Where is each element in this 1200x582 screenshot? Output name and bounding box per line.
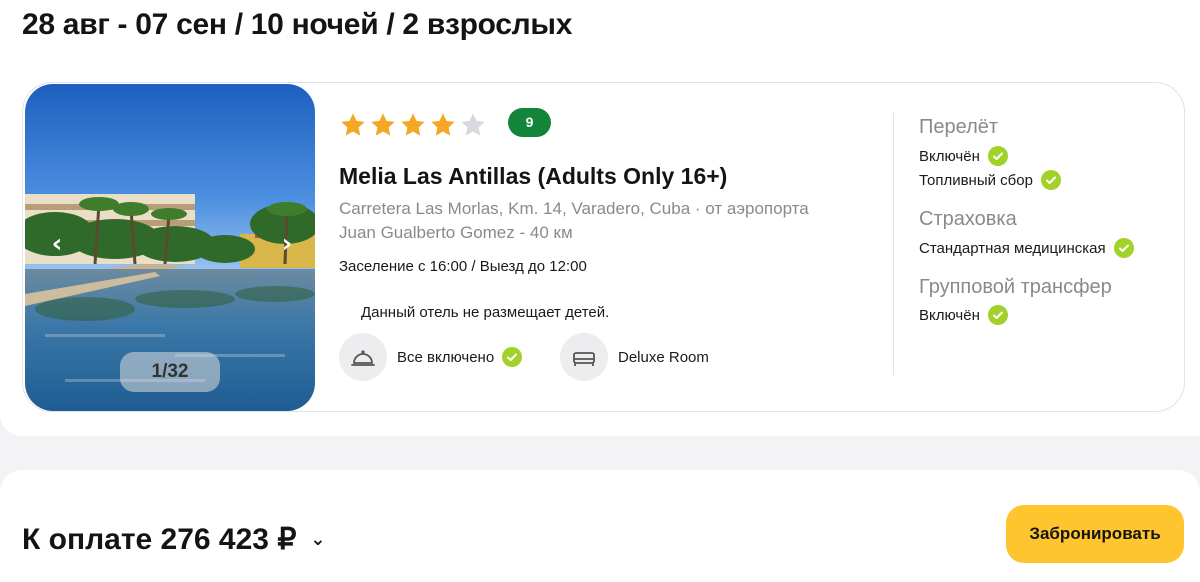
total-price-label: К оплате 276 423 ₽: [22, 523, 297, 556]
meal-plan: Все включено: [339, 333, 523, 381]
hotel-photo-gallery[interactable]: ‹ › 1/32: [25, 84, 315, 411]
cloche-icon: [339, 333, 387, 381]
room-type-label: Deluxe Room: [618, 348, 709, 366]
gallery-counter: 1/32: [120, 352, 220, 392]
insurance-title: Страховка: [919, 208, 1017, 230]
flight-included-label: Включён: [919, 147, 980, 165]
check-icon: [502, 347, 523, 367]
address-line: Carretera Las Morlas, Km. 14, Varadero, …: [339, 199, 809, 218]
bed-icon: [560, 333, 608, 381]
gallery-prev-button[interactable]: ‹: [45, 231, 69, 257]
room-type: Deluxe Room: [560, 333, 709, 381]
insurance-row: Стандартная медицинская: [919, 238, 1134, 258]
flight-title: Перелёт: [919, 116, 999, 138]
transfer-row: Включён: [919, 305, 1008, 325]
transfer-section: Групповой трансфер: [919, 276, 1112, 299]
transfer-title: Групповой трансфер: [919, 276, 1112, 298]
flight-section: Перелёт: [919, 116, 998, 139]
hotel-name[interactable]: Melia Las Antillas (Adults Only 16+): [339, 163, 727, 190]
payment-bar: К оплате 276 423 ₽ ⌄ Забронировать: [0, 470, 1200, 582]
hotel-card: ‹ › 1/32 9 Melia Las Antillas (Adults On…: [22, 82, 1185, 412]
fuel-fee-row: Топливный сбор: [919, 170, 1061, 190]
book-button[interactable]: Забронировать: [1006, 505, 1184, 563]
total-price[interactable]: К оплате 276 423 ₽ ⌄: [22, 522, 326, 557]
address-line: Juan Gualberto Gomez - 40 км: [339, 223, 573, 242]
trip-summary: 28 авг - 07 сен / 10 ночей / 2 взрослых: [22, 8, 573, 41]
insurance-section: Страховка: [919, 208, 1017, 231]
gallery-next-button[interactable]: ›: [275, 231, 299, 257]
check-icon: [987, 146, 1008, 166]
check-icon: [1040, 170, 1061, 190]
top-panel: 28 авг - 07 сен / 10 ночей / 2 взрослых: [0, 0, 1200, 436]
star-icon: [431, 113, 455, 136]
star-rating: [339, 111, 487, 139]
rating-badge: 9: [508, 108, 551, 137]
star-empty-icon: [461, 113, 485, 136]
star-icon: [401, 113, 425, 136]
meal-plan-label: Все включено: [397, 348, 495, 366]
hotel-address: Carretera Las Morlas, Km. 14, Varadero, …: [339, 197, 879, 245]
divider: [893, 113, 894, 375]
insurance-label: Стандартная медицинская: [919, 239, 1106, 257]
chevron-down-icon[interactable]: ⌄: [310, 529, 325, 550]
star-icon: [341, 113, 365, 136]
checkin-info: Заселение с 16:00 / Выезд до 12:00: [339, 258, 587, 275]
star-icon: [371, 113, 395, 136]
check-icon: [1113, 238, 1134, 258]
fuel-fee-label: Топливный сбор: [919, 171, 1033, 189]
check-icon: [987, 305, 1008, 325]
flight-included-row: Включён: [919, 146, 1008, 166]
children-note: Данный отель не размещает детей.: [361, 304, 610, 321]
transfer-included-label: Включён: [919, 306, 980, 324]
